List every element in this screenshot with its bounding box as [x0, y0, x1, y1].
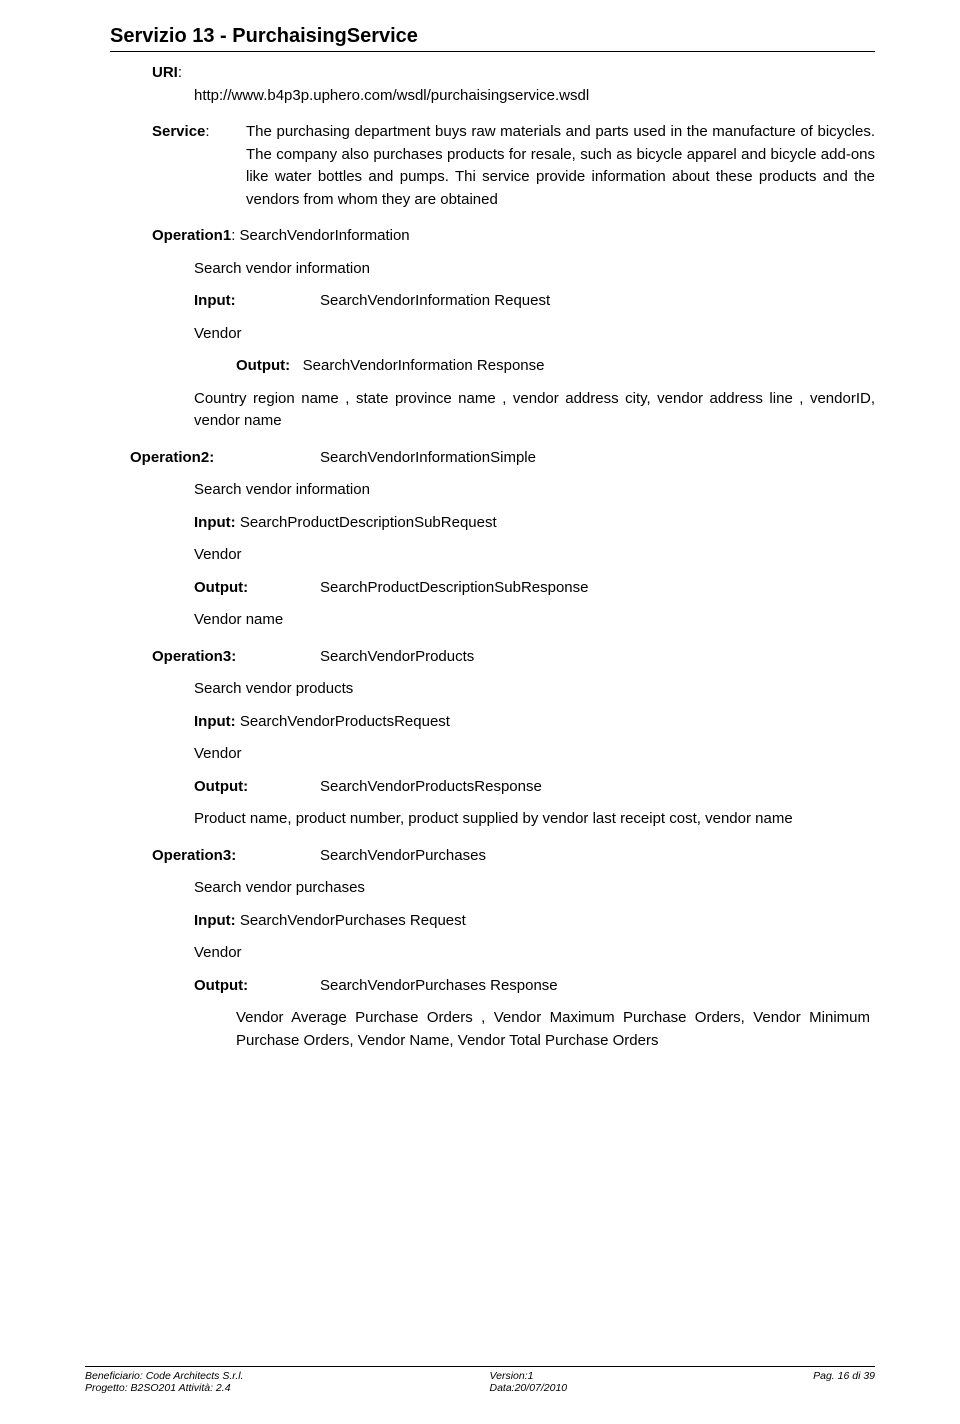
op2-input: SearchProductDescriptionSubRequest [240, 514, 497, 531]
output-label: Output: [236, 357, 290, 374]
service-label-wrap: Service: [152, 121, 236, 211]
op3-input-desc: Vendor [194, 743, 875, 766]
op3-name: SearchVendorProducts [320, 648, 474, 665]
colon: : [205, 123, 209, 140]
service-label: Service [152, 123, 205, 140]
colon: : [178, 64, 182, 81]
uri-label: URI [152, 64, 178, 81]
content-body: URI: http://www.b4p3p.uphero.com/wsdl/pu… [110, 62, 875, 1052]
op3-input-row: Input: SearchVendorProductsRequest [194, 711, 875, 734]
op3-row: Operation3:SearchVendorProducts [152, 646, 875, 669]
op2-output-row: Output:SearchProductDescriptionSubRespon… [194, 577, 875, 600]
op1-input-row: Input:SearchVendorInformation Request [194, 290, 875, 313]
op2-output-desc: Vendor name [194, 609, 875, 632]
input-label: Input: [194, 713, 236, 730]
op1-input: SearchVendorInformation Request [320, 292, 550, 309]
colon: : [231, 227, 239, 244]
op4-output-desc: Vendor Average Purchase Orders , Vendor … [236, 1007, 875, 1052]
op2-output: SearchProductDescriptionSubResponse [320, 579, 588, 596]
op4-label: Operation3: [152, 845, 320, 868]
op1-input-desc: Vendor [194, 323, 875, 346]
footer-center: Version:1 Data:20/07/2010 [490, 1370, 568, 1394]
op3-desc: Search vendor products [194, 678, 875, 701]
output-label: Output: [194, 975, 320, 998]
op1-output-desc: Country region name , state province nam… [194, 388, 875, 433]
op3-label: Operation3: [152, 646, 320, 669]
service-row: Service: The purchasing department buys … [152, 121, 875, 211]
page-title: Servizio 13 - PurchaisingService [110, 25, 875, 52]
uri-value: http://www.b4p3p.uphero.com/wsdl/purchai… [194, 85, 875, 108]
op3-output: SearchVendorProductsResponse [320, 778, 542, 795]
op4-row: Operation3:SearchVendorPurchases [152, 845, 875, 868]
op1-output: SearchVendorInformation Response [303, 357, 545, 374]
op1-label: Operation1 [152, 227, 231, 244]
op3-input: SearchVendorProductsRequest [240, 713, 450, 730]
op1-desc: Search vendor information [194, 258, 875, 281]
footer-right: Pag. 16 di 39 [813, 1370, 875, 1394]
op1-row: Operation1: SearchVendorInformation [152, 225, 875, 248]
op4-output: SearchVendorPurchases Response [320, 977, 558, 994]
op4-desc: Search vendor purchases [194, 877, 875, 900]
op3-output-desc-wrap: Product name, product number, product su… [110, 808, 875, 831]
output-label: Output: [194, 776, 320, 799]
op4-name: SearchVendorPurchases [320, 847, 486, 864]
page-footer: Beneficiario: Code Architects S.r.l. Pro… [85, 1366, 875, 1394]
input-label: Input: [194, 912, 236, 929]
op2-row: Operation2:SearchVendorInformationSimple [130, 447, 875, 470]
input-label: Input: [194, 514, 236, 531]
document-page: Servizio 13 - PurchaisingService URI: ht… [0, 0, 960, 1424]
op1-name: SearchVendorInformation [240, 227, 410, 244]
op2-input-desc: Vendor [194, 544, 875, 567]
op2-desc: Search vendor information [194, 479, 875, 502]
op3-output-row: Output:SearchVendorProductsResponse [194, 776, 875, 799]
input-label: Input: [194, 290, 320, 313]
op4-input: SearchVendorPurchases Request [240, 912, 466, 929]
op2-label: Operation2: [130, 447, 320, 470]
op4-output-row: Output:SearchVendorPurchases Response [194, 975, 875, 998]
op4-input-desc: Vendor [194, 942, 875, 965]
op1-output-row: Output: SearchVendorInformation Response [236, 355, 875, 378]
op2-name: SearchVendorInformationSimple [320, 449, 536, 466]
output-label: Output: [194, 577, 320, 600]
op2-input-row: Input: SearchProductDescriptionSubReques… [194, 512, 875, 535]
uri-row: URI: [152, 62, 875, 85]
footer-left: Beneficiario: Code Architects S.r.l. Pro… [85, 1370, 244, 1394]
op3-output-desc: Product name, product number, product su… [194, 810, 793, 827]
service-desc: The purchasing department buys raw mater… [246, 121, 875, 211]
op4-input-row: Input: SearchVendorPurchases Request [194, 910, 875, 933]
